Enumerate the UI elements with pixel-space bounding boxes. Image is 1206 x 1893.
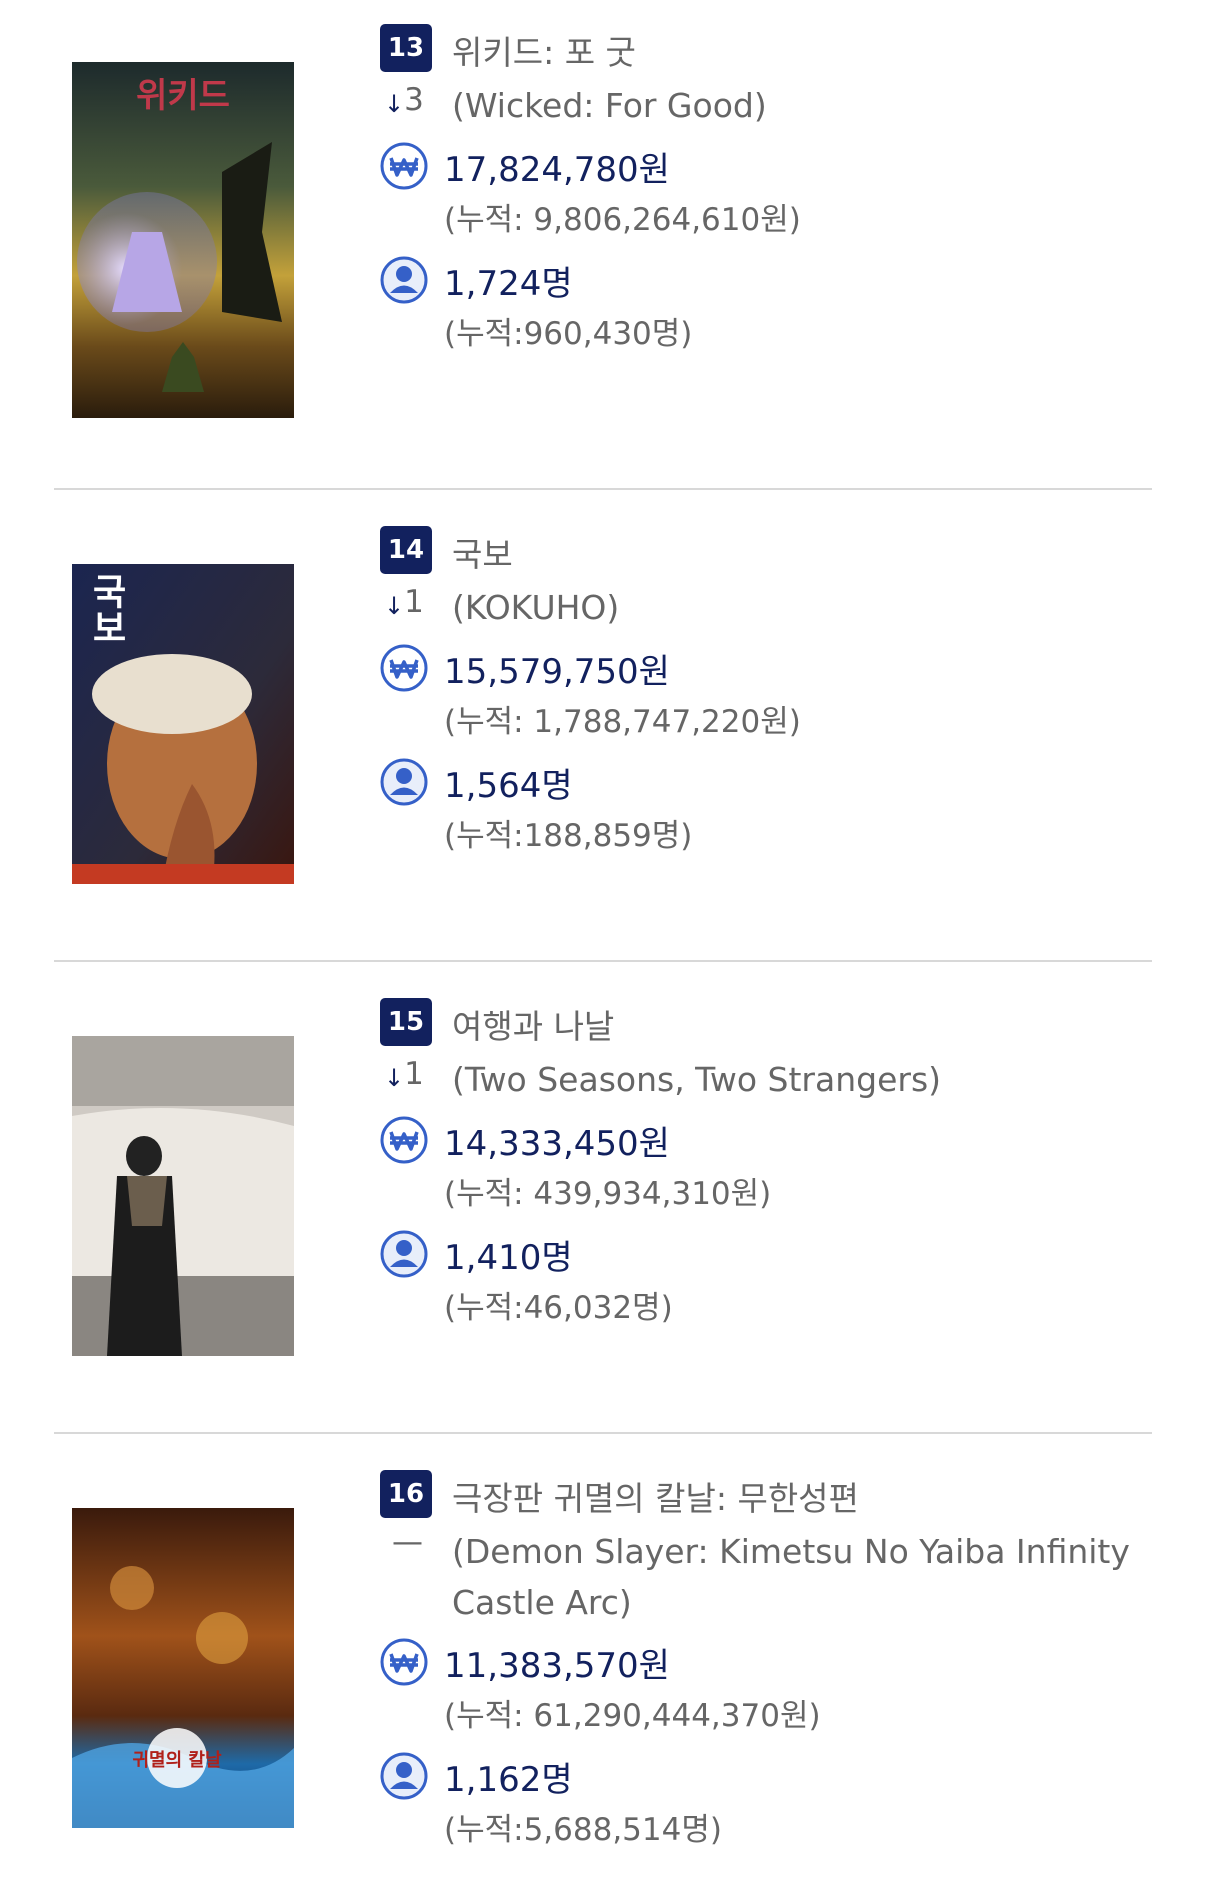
movie-poster-16[interactable]: 귀멸의 칼날 [72, 1508, 294, 1828]
daily-audience: 1,162명 [444, 1760, 573, 1800]
cumulative-audience: (누적:46,032명) [444, 1290, 673, 1326]
two-seasons-poster-image [72, 1036, 294, 1356]
movie-title-english: (KOKUHO) [452, 588, 620, 627]
divider [54, 1432, 1152, 1434]
cumulative-sales: (누적: 1,788,747,220원) [444, 704, 801, 740]
divider [54, 960, 1152, 962]
daily-sales: 17,824,780원 [444, 150, 670, 190]
demon-slayer-poster-image: 귀멸의 칼날 [72, 1508, 294, 1828]
rank-badge: 14 [380, 526, 432, 574]
movie-title-english: (Two Seasons, Two Strangers) [452, 1060, 942, 1099]
rank-change: ↓1 [384, 584, 424, 620]
arrow-down-icon: ↓ [384, 592, 405, 620]
rank-change-value: 1 [404, 1056, 424, 1092]
rank-badge: 15 [380, 998, 432, 1046]
person-icon [380, 1230, 428, 1278]
poster-title-text: 국보 [86, 573, 127, 645]
won-icon [380, 644, 428, 692]
rank-change: ↓1 [384, 1056, 424, 1092]
movie-title-korean[interactable]: 극장판 귀멸의 칼날: 무한성편 [452, 1472, 859, 1520]
divider [54, 488, 1152, 490]
rank-change: — [392, 1524, 423, 1560]
movie-title-english: (Wicked: For Good) [452, 86, 767, 125]
movie-title-korean[interactable]: 위키드: 포 굿 [452, 26, 636, 74]
cumulative-sales: (누적: 9,806,264,610원) [444, 202, 801, 238]
person-icon [380, 758, 428, 806]
poster-title-text: 귀멸의 칼날 [132, 1750, 222, 1771]
daily-sales: 15,579,750원 [444, 652, 670, 692]
won-icon [380, 142, 428, 190]
movie-title-english: (Demon Slayer: Kimetsu No Yaiba Infinity… [452, 1532, 1130, 1622]
movie-poster-13[interactable]: 위키드 [72, 62, 294, 418]
cumulative-sales: (누적: 61,290,444,370원) [444, 1698, 821, 1734]
wicked-poster-image: 위키드 [72, 62, 294, 418]
cumulative-sales: (누적: 439,934,310원) [444, 1176, 772, 1212]
daily-sales: 14,333,450원 [444, 1124, 670, 1164]
cumulative-audience: (누적:960,430명) [444, 316, 693, 352]
arrow-down-icon: ↓ [384, 90, 405, 118]
won-icon [380, 1116, 428, 1164]
rank-change-value: 3 [404, 82, 424, 118]
kokuho-poster-image: 국보 [72, 564, 294, 884]
rank-change: ↓3 [384, 82, 424, 118]
cumulative-audience: (누적:188,859명) [444, 818, 693, 854]
poster-title-text: 위키드 [136, 76, 230, 116]
movie-poster-15[interactable] [72, 1036, 294, 1356]
rank-badge: 13 [380, 24, 432, 72]
arrow-down-icon: ↓ [384, 1064, 405, 1092]
person-icon [380, 1752, 428, 1800]
daily-audience: 1,724명 [444, 264, 573, 304]
movie-poster-14[interactable]: 국보 [72, 564, 294, 884]
movie-title-korean[interactable]: 국보 [452, 528, 513, 576]
daily-audience: 1,564명 [444, 766, 573, 806]
won-icon [380, 1638, 428, 1686]
person-icon [380, 256, 428, 304]
rank-change-value: 1 [404, 584, 424, 620]
daily-sales: 11,383,570원 [444, 1646, 670, 1686]
daily-audience: 1,410명 [444, 1238, 573, 1278]
rank-badge: 16 [380, 1470, 432, 1518]
rank-change-value: — [392, 1524, 423, 1560]
movie-title-korean[interactable]: 여행과 나날 [452, 1000, 614, 1048]
cumulative-audience: (누적:5,688,514명) [444, 1812, 722, 1848]
